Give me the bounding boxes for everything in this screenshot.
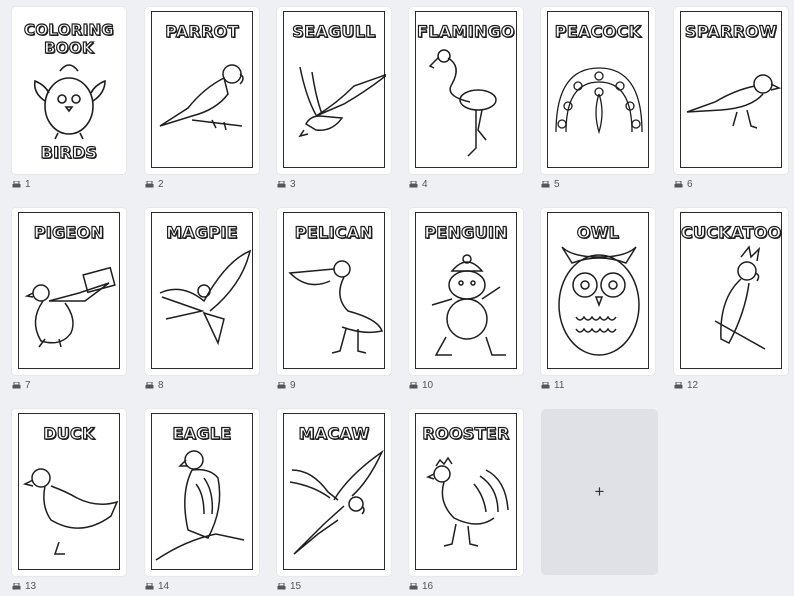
macaw-illustration — [289, 449, 384, 555]
printer-icon — [674, 381, 683, 388]
printer-icon — [145, 381, 154, 388]
add-page-button[interactable]: + — [541, 409, 658, 575]
page-frame: FLAMINGO — [415, 11, 517, 168]
page-frame: SPARROW — [680, 11, 782, 168]
page-thumbnail-3[interactable]: SEAGULL — [277, 7, 391, 174]
page-number-label: 4 — [409, 179, 428, 190]
printer-icon — [145, 180, 154, 187]
printer-icon — [409, 582, 418, 589]
page-frame: ROOSTER — [415, 413, 517, 570]
page-number: 13 — [25, 581, 37, 592]
page-number: 8 — [158, 380, 164, 391]
parrot-illustration — [159, 64, 244, 131]
sparrow-illustration — [686, 74, 782, 129]
page-number-label: 12 — [674, 380, 698, 391]
duck-illustration — [22, 468, 119, 555]
printer-icon — [145, 582, 154, 589]
page-number: 1 — [25, 179, 31, 190]
cockatoo-illustration — [714, 245, 766, 350]
page-number-label: 2 — [145, 179, 164, 190]
printer-icon — [674, 180, 683, 187]
printer-icon — [541, 381, 550, 388]
page-frame: PARROT — [151, 11, 253, 168]
page-frame: CUCKATOO — [680, 212, 782, 369]
page-number-label: 16 — [409, 581, 433, 592]
printer-icon — [12, 180, 21, 187]
flamingo-illustration — [428, 49, 497, 157]
page-number: 15 — [290, 581, 302, 592]
page-number-label: 6 — [674, 179, 693, 190]
page-thumbnail-7[interactable]: PIGEON — [12, 208, 126, 375]
page-frame: EAGLE — [151, 413, 253, 570]
seagull-illustration — [298, 66, 386, 138]
page-thumbnail-15[interactable]: MACAW — [277, 409, 391, 576]
printer-icon — [12, 582, 21, 589]
page-number: 12 — [687, 380, 699, 391]
page-number: 10 — [422, 380, 434, 391]
page-number-label: 7 — [12, 380, 31, 391]
pigeon-illustration — [24, 266, 116, 348]
page-number: 14 — [158, 581, 170, 592]
rooster-illustration — [426, 456, 509, 547]
page-number-label: 8 — [145, 380, 164, 391]
page-number: 7 — [25, 380, 31, 391]
penguin-illustration — [431, 254, 506, 356]
printer-icon — [277, 582, 286, 589]
page-frame: PIGEON — [18, 212, 120, 369]
page-number-label: 11 — [541, 380, 564, 391]
page-thumbnail-13[interactable]: DUCK — [12, 409, 126, 576]
printer-icon — [277, 180, 286, 187]
page-number-label: 9 — [277, 380, 296, 391]
cover-frame: COLORING BOOK BIRDS — [18, 11, 120, 168]
printer-icon — [409, 381, 418, 388]
page-number-label: 13 — [12, 581, 36, 592]
page-number-label: 1 — [12, 179, 31, 190]
plus-icon: + — [594, 482, 605, 501]
page-frame: PENGUIN — [415, 212, 517, 369]
page-number: 11 — [554, 380, 565, 391]
page-frame: MACAW — [283, 413, 385, 570]
page-frame: SEAGULL — [283, 11, 386, 168]
page-thumbnail-10[interactable]: PENGUIN — [409, 208, 523, 375]
page-thumbnail-11[interactable]: OWL — [541, 208, 655, 375]
page-frame: DUCK — [18, 413, 120, 570]
owl-illustration — [558, 246, 640, 356]
printer-icon — [409, 180, 418, 187]
page-thumbnail-16[interactable]: ROOSTER — [409, 409, 523, 576]
page-frame: PELICAN — [283, 212, 385, 369]
page-thumbnail-1[interactable]: COLORING BOOK BIRDS — [12, 7, 126, 174]
page-number-label: 5 — [541, 179, 560, 190]
page-number: 16 — [422, 581, 434, 592]
page-thumbnail-6[interactable]: SPARROW — [674, 7, 788, 174]
page-thumbnail-5[interactable]: PEACOCK — [541, 7, 655, 174]
page-thumbnail-4[interactable]: FLAMINGO — [409, 7, 523, 174]
printer-icon — [12, 381, 21, 388]
page-thumbnail-9[interactable]: PELICAN — [277, 208, 391, 375]
page-number: 3 — [290, 179, 296, 190]
page-number: 6 — [687, 179, 693, 190]
page-frame: OWL — [547, 212, 649, 369]
eagle-illustration — [155, 450, 245, 561]
cover-subtitle: BIRDS — [40, 142, 98, 162]
page-number: 4 — [422, 179, 428, 190]
page-number: 5 — [554, 179, 560, 190]
page-frame: MAGPIE — [151, 212, 253, 369]
pelican-illustration — [288, 260, 383, 354]
page-frame: PEACOCK — [547, 11, 649, 168]
page-thumbnail-14[interactable]: EAGLE — [145, 409, 259, 576]
peacock-illustration — [555, 67, 643, 135]
page-number: 2 — [158, 179, 164, 190]
printer-icon — [277, 381, 286, 388]
page-thumbnail-12[interactable]: CUCKATOO — [674, 208, 788, 375]
magpie-illustration — [159, 249, 252, 346]
page-number-label: 14 — [145, 581, 169, 592]
page-thumbnail-8[interactable]: MAGPIE — [145, 208, 259, 375]
page-thumbnail-2[interactable]: PARROT — [145, 7, 259, 174]
page-number-label: 15 — [277, 581, 301, 592]
printer-icon — [541, 180, 550, 187]
page-number-label: 3 — [277, 179, 296, 190]
page-number: 9 — [290, 380, 296, 391]
page-number-label: 10 — [409, 380, 433, 391]
